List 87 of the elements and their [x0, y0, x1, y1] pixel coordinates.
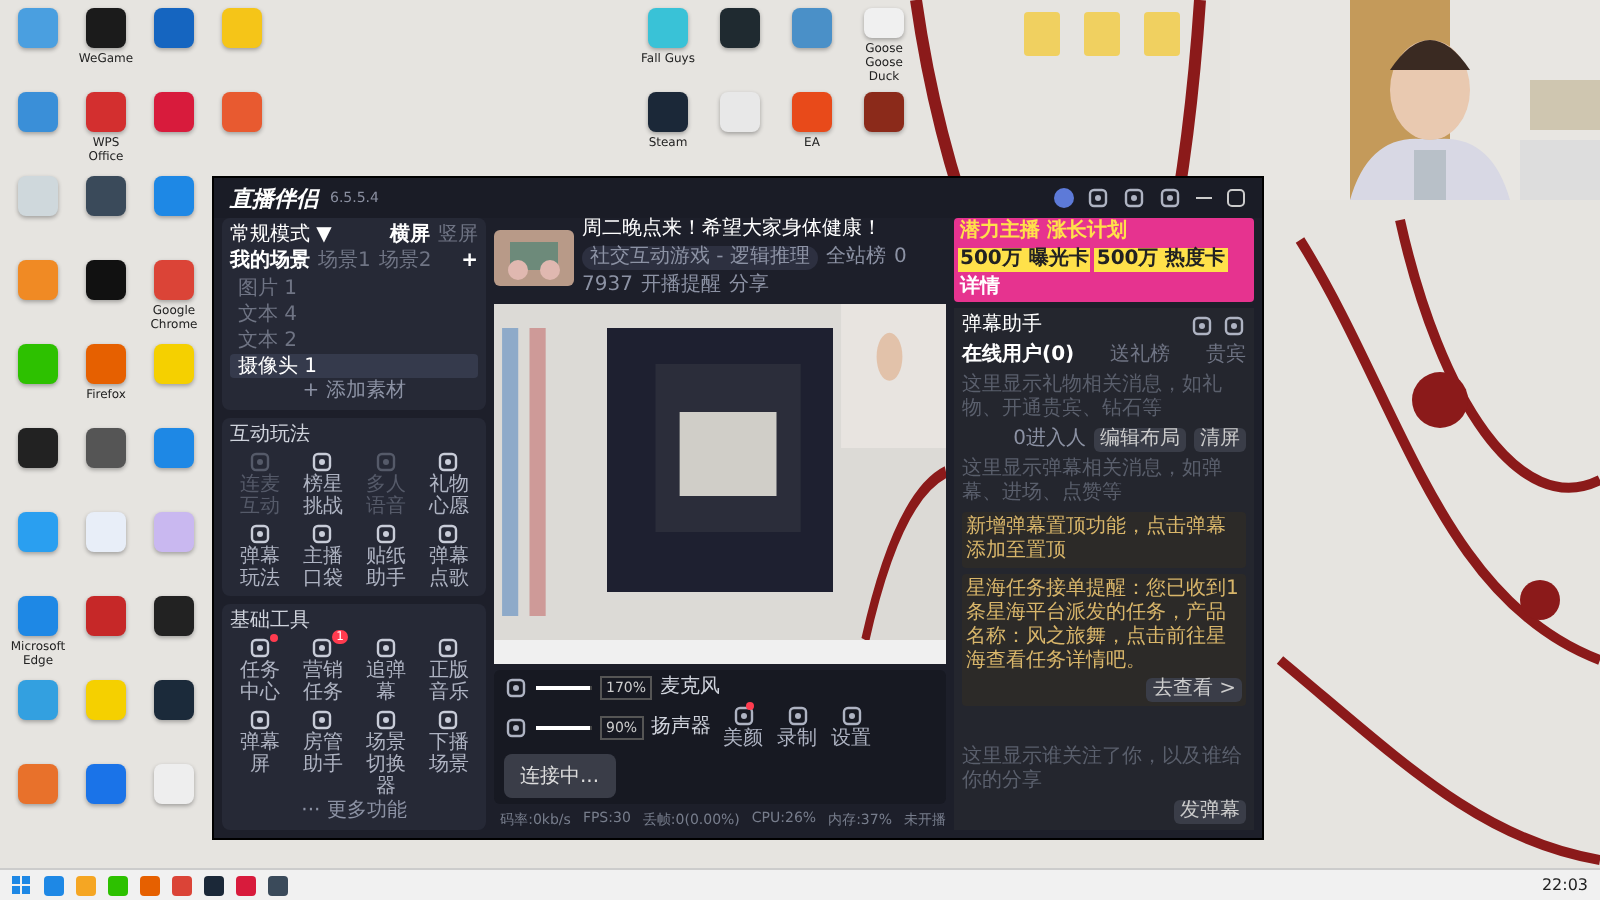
tool-icon	[436, 636, 461, 660]
section-title: 基础工具	[230, 610, 312, 634]
gift-hint: 这里显示礼物相关消息，如礼物、开通贵宾、钻石等	[962, 374, 1224, 422]
likes-count: 0	[893, 246, 907, 270]
tool-button[interactable]: 设置	[829, 704, 874, 750]
start-icon[interactable]	[12, 875, 32, 895]
tool-icon	[247, 636, 272, 660]
volume-label: 扬声器	[651, 715, 712, 739]
app-icon[interactable]	[154, 680, 194, 720]
tool-icon	[310, 708, 335, 732]
tool-icon	[310, 522, 335, 546]
tool-button[interactable]: 下播场景	[419, 708, 478, 798]
stream-title[interactable]: 周二晚点来！希望大家身体健康！	[582, 218, 946, 242]
source-item[interactable]: 摄像头 1	[230, 354, 478, 378]
tool-button[interactable]: 礼物心愿	[419, 450, 478, 518]
taskbar-icon[interactable]	[268, 875, 288, 895]
tool-button[interactable]: 弹幕玩法	[230, 522, 289, 590]
tool-icon	[373, 708, 398, 732]
remind-button[interactable]: 开播提醒	[640, 274, 721, 298]
tool-button[interactable]: 正版音乐	[419, 636, 478, 704]
banner-slogan: 潜力主播 涨长计划	[958, 220, 1129, 244]
tool-icon	[247, 708, 272, 732]
add-scene-button[interactable]: +	[461, 250, 478, 274]
tool-button[interactable]: 场景切换器	[356, 708, 415, 798]
app-icon[interactable]	[154, 596, 194, 636]
edit-layout-button[interactable]: 编辑布局	[1094, 428, 1186, 452]
tool-icon	[785, 704, 810, 728]
tool-button[interactable]: 榜星挑战	[293, 450, 352, 518]
app-icon[interactable]	[648, 92, 688, 132]
app-icon[interactable]	[86, 260, 126, 300]
mode-dropdown[interactable]: 常规模式 ▼	[230, 224, 332, 248]
category-tag[interactable]: 社交互动游戏 - 逻辑推理	[582, 246, 818, 270]
tool-icon	[247, 450, 272, 474]
tool-button[interactable]: 贴纸助手	[356, 522, 415, 590]
rank-label[interactable]: 全站榜	[825, 246, 886, 270]
maximize-icon[interactable]	[1226, 188, 1246, 208]
tool-button[interactable]: 主播口袋	[293, 522, 352, 590]
banner-card: 500万 热度卡	[1094, 248, 1228, 272]
orientation-tab[interactable]: 横屏	[390, 224, 430, 248]
clear-button[interactable]: 清屏	[1194, 428, 1246, 452]
share-button[interactable]: 分享	[728, 274, 769, 298]
app-icon[interactable]	[86, 176, 126, 216]
panel-title: 弹幕助手	[962, 314, 1042, 338]
banner-card: 500万 曝光卡	[958, 248, 1091, 272]
tool-icon	[436, 522, 461, 546]
app-icon[interactable]	[18, 428, 58, 468]
tool-icon	[436, 450, 461, 474]
avatar-icon[interactable]	[1054, 188, 1074, 208]
connect-button[interactable]: 连接中...	[504, 754, 616, 798]
app-icon[interactable]	[864, 92, 904, 132]
app-icon[interactable]	[720, 8, 760, 48]
tool-button[interactable]: 美颜	[721, 704, 766, 750]
tool-button[interactable]: 任务中心	[230, 636, 289, 704]
tool-icon	[436, 708, 461, 732]
promo-banner[interactable]: 潜力主播 涨长计划 500万 曝光卡 500万 热度卡 详情	[954, 218, 1254, 302]
clock-time: 22:03	[1541, 876, 1588, 894]
online-count: 0进入人	[1013, 428, 1086, 452]
banner-details[interactable]: 详情	[958, 276, 1002, 300]
tool-icon	[731, 704, 756, 728]
taskbar-icon[interactable]	[204, 875, 224, 895]
tool-icon	[310, 450, 335, 474]
tool-button[interactable]: 弹幕点歌	[419, 522, 478, 590]
follow-hint: 这里显示谁关注了你，以及谁给你的分享	[962, 746, 1244, 794]
notice-text: 星海任务接单提醒：您已收到1条星海平台派发的任务，产品名称：风之旅舞，点击前往星海查看任务详情吧。	[966, 578, 1241, 674]
tool-icon	[839, 704, 864, 728]
section-title: 互动玩法	[230, 424, 312, 448]
app-title: 直播伴侣	[230, 183, 318, 213]
view-button[interactable]: 去查看 >	[1146, 678, 1242, 702]
tool-icon	[373, 636, 398, 660]
chat-tab[interactable]: 在线用户(0)	[962, 344, 1075, 368]
tool-icon	[373, 450, 398, 474]
tool-button[interactable]: 追弹幕	[356, 636, 415, 704]
tool-button[interactable]: 房管助手	[293, 708, 352, 798]
tool-button[interactable]: 录制	[775, 704, 820, 750]
app-icon[interactable]	[86, 8, 126, 48]
volume-label: 麦克风	[660, 676, 721, 700]
tool-button[interactable]: 弹幕屏	[230, 708, 289, 798]
hearts-count: 7937	[582, 274, 633, 298]
notice-text: 新增弹幕置顶功能，点击弹幕添加至置顶	[966, 516, 1228, 564]
add-source-button[interactable]: + 添加素材	[302, 380, 406, 404]
tool-icon	[373, 522, 398, 546]
danmu-hint: 这里显示弹幕相关消息，如弹幕、进场、点赞等	[962, 458, 1224, 506]
send-danmu-button[interactable]: 发弹幕	[1174, 800, 1246, 824]
tool-icon	[247, 522, 272, 546]
scene-tab[interactable]: 我的场景	[230, 250, 310, 274]
tool-icon	[310, 636, 335, 660]
more-features-link[interactable]: ··· 更多功能	[301, 800, 407, 824]
